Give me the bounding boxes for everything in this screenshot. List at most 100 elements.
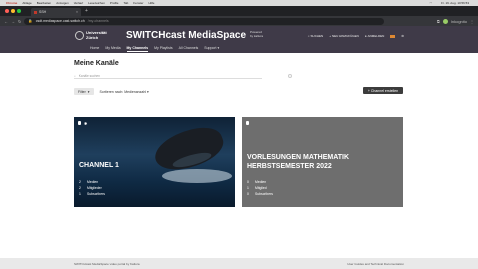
search-input[interactable]: ⌕ Kanäle suchen [74,73,262,79]
language-selector[interactable] [390,34,396,38]
address-bar[interactable]: 🔒 csdt.mediaspace.cast.switch.ch/my-chan… [24,17,385,25]
close-window-icon[interactable] [5,9,9,13]
reload-icon[interactable]: ↻ [18,19,21,24]
create-channel-button[interactable]: + Channel erstellen [363,87,403,94]
main-content: Meine Kanäle ⌕ Kanäle suchen Filter ▾ So… [0,53,478,258]
settings-icon[interactable]: ⚙ [401,34,404,38]
gear-icon[interactable]: ✱ [84,121,87,126]
menu-icon[interactable]: ⋮ [470,19,474,24]
media-label: Medien [255,180,267,184]
powered-line-2: by kaltura [250,33,264,38]
window-controls [5,9,21,13]
card-icons: ✱ [78,121,87,126]
media-label: Medien [87,180,99,184]
menubar-item-ablage[interactable]: Ablage [22,1,31,5]
clock[interactable]: Fr. 19. Aug. 10:56:53 [441,1,469,5]
sort-label: Sortieren nach: Medienanzahl [99,89,147,94]
page-title: Meine Kanäle [74,60,119,67]
main-nav: Home My Media My Channels My Playlists A… [90,46,219,52]
site-title[interactable]: SWITCHcast MediaSpace [126,30,246,41]
nav-all-channels[interactable]: All Channels [179,46,199,52]
members-label: Mitglieder [87,186,102,190]
channel-card[interactable]: ✱ CHANNEL 1 2 Medien 2 Mitglieder 1 Subscri… [74,117,235,207]
members-label: Mitglied [255,186,267,190]
subscribers-label: Subscribers [87,192,105,196]
url-host: csdt.mediaspace.cast.switch.ch [35,19,85,23]
url-path: /my-channels [87,19,109,23]
splash-shape [162,169,232,183]
chevron-down-icon: ▾ [87,89,90,94]
search-label: SUCHEN [310,34,324,38]
logo-line-2: Zürich [86,34,99,40]
header-actions: ⌕ SUCHEN + NEU HINZUFÜGEN ● ANMELDEN ⚙ [308,34,404,38]
site-header: Universität Zürich SWITCHcast MediaSpace… [0,26,478,53]
subscribers-label: Subscribers [255,192,273,196]
lock-icon [246,121,249,125]
university-logo[interactable]: Universität Zürich [75,30,107,40]
filter-button[interactable]: Filter ▾ [74,88,94,95]
channel-card[interactable]: VORLESUNGEN MATHEMATIK HERBSTSEMESTER 20… [242,117,403,207]
menubar-item-hilfe[interactable]: Hilfe [148,1,154,5]
nav-my-channels[interactable]: My Channels [126,46,149,52]
nav-home[interactable]: Home [90,46,99,52]
powered-by: Powered by kaltura [250,30,264,38]
loading-spinner-icon [288,74,292,78]
menubar-item-fenster[interactable]: Fenster [133,1,143,5]
browser-toolbar: ← → ↻ 🔒 csdt.mediaspace.cast.switch.ch/m… [0,16,478,26]
subscribers-count: 1 [79,192,81,196]
search-icon: ⌕ [307,34,310,38]
nav-my-media[interactable]: My Media [105,46,120,52]
nav-support-label: Support [204,46,217,50]
back-icon[interactable]: ← [4,19,8,24]
chevron-down-icon: ▾ [217,46,220,50]
nav-my-playlists[interactable]: My Playlists [154,46,172,52]
site-footer: SWITCHcast MediaSpace video portal by Ka… [0,258,478,269]
channel-title[interactable]: CHANNEL 1 [79,161,119,170]
login-button[interactable]: ● ANMELDEN [365,34,384,38]
footer-left[interactable]: SWITCHcast MediaSpace video portal by Ka… [74,262,140,266]
menubar-item-anzeigen[interactable]: Anzeigen [56,1,69,5]
tab-title: SSH [39,10,47,14]
close-tab-icon[interactable]: × [76,10,78,14]
flag-icon [390,34,396,38]
profile-label: Inkognito [450,18,467,24]
footer-right[interactable]: User Guides and Technical Documentation [347,262,404,266]
extensions-icon[interactable]: ⧉ [437,19,440,24]
lock-icon: 🔒 [28,19,33,23]
channel-stats: 0 Medien 1 Mitglied 0 Subscribers [247,179,273,197]
new-tab-icon[interactable]: + [85,8,88,14]
login-label: ANMELDEN [367,34,385,38]
add-new-label: NEU HINZUFÜGEN [331,34,359,38]
filter-row: Filter ▾ Sortieren nach: Medienanzahl ▾ [74,88,149,95]
subscribers-count: 0 [247,192,249,196]
add-new-button[interactable]: + NEU HINZUFÜGEN [329,34,359,38]
nav-support[interactable]: Support ▾ [204,46,219,52]
menubar-item-profile[interactable]: Profile [110,1,119,5]
switch-favicon-icon [34,10,37,14]
chevron-down-icon: ▾ [147,89,149,94]
forward-icon[interactable]: → [11,19,15,24]
search-button[interactable]: ⌕ SUCHEN [308,34,323,38]
menubar-item-tab[interactable]: Tab [123,1,128,5]
minimize-window-icon[interactable] [11,9,15,13]
user-icon: ● [364,34,367,38]
channel-stats: 2 Medien 2 Mitglieder 1 Subscribers [79,179,105,197]
avatar[interactable] [442,18,448,24]
menubar-item-bearbeiten[interactable]: Bearbeiten [37,1,52,5]
search-placeholder: Kanäle suchen [78,73,100,78]
channel-title[interactable]: VORLESUNGEN MATHEMATIK HERBSTSEMESTER 20… [247,153,397,171]
browser-tab[interactable]: SSH × [31,8,81,16]
profile-area[interactable]: ⧉ Inkognito ⋮ [437,18,474,24]
lock-icon [78,121,81,125]
filter-label: Filter [78,89,86,94]
wifi-icon[interactable]: ◠ [430,1,433,5]
search-icon: ⌕ [74,73,76,78]
menubar-item-lesezeichen[interactable]: Lesezeichen [88,1,105,5]
zoom-window-icon[interactable] [17,9,21,13]
menubar-app-name[interactable]: Chrome [6,1,17,5]
card-icons [246,121,249,125]
menubar-item-verlauf[interactable]: Verlauf [74,1,83,5]
university-seal-icon [75,31,84,40]
plus-icon: + [329,34,331,38]
sort-dropdown[interactable]: Sortieren nach: Medienanzahl ▾ [100,90,149,94]
